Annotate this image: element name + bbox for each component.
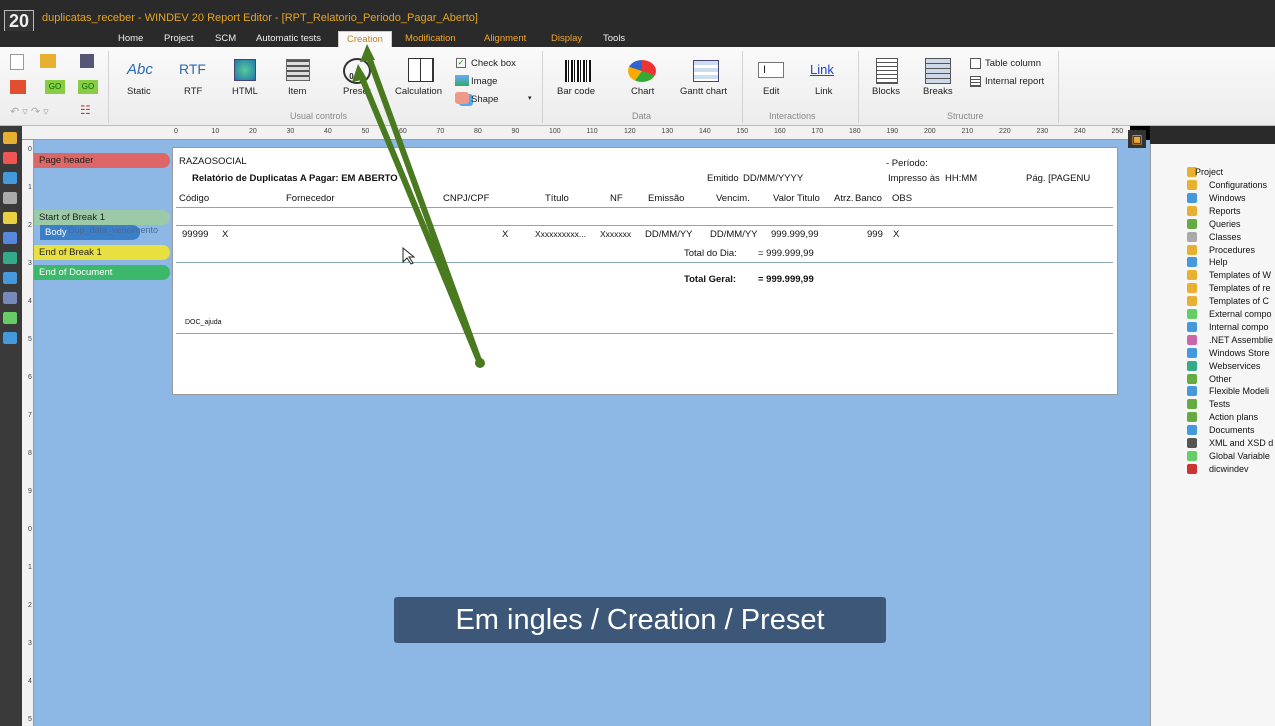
- arrow-to-preset: [357, 71, 483, 365]
- mouse-cursor-icon: [402, 246, 416, 265]
- annotation-arrows: [352, 44, 485, 368]
- arrowhead: [352, 64, 367, 82]
- arrow-origin: [475, 358, 485, 368]
- arrowhead: [360, 44, 375, 62]
